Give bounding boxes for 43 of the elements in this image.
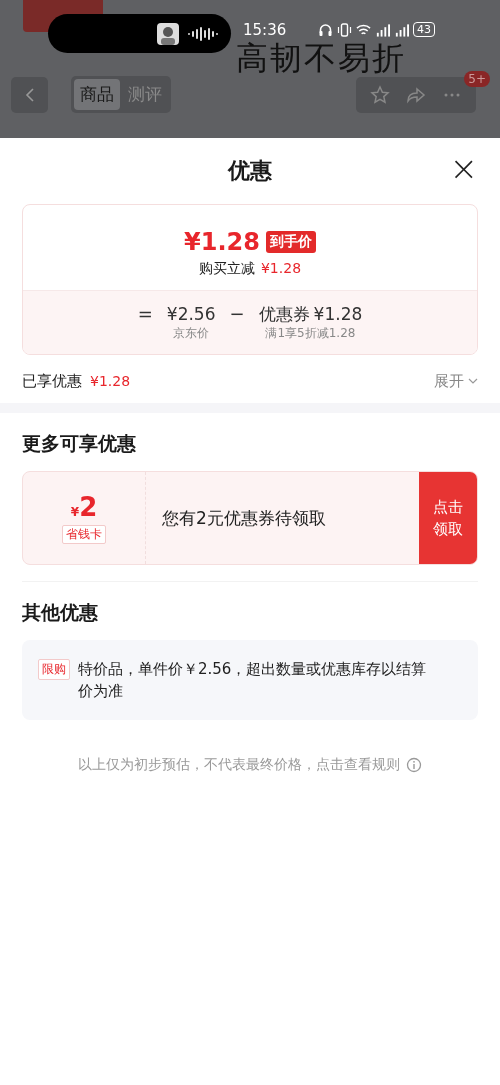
final-price: ¥1.28 [184, 228, 260, 256]
equals-sign: = [137, 303, 153, 325]
tab[interactable]: 测评 [122, 79, 168, 110]
expand-button[interactable]: 展开 [434, 371, 478, 391]
offer-text: 特价品，单件价￥2.56，超出数量或优惠库存以结算价为准 [78, 659, 428, 702]
coupon-rule: 满1享5折减1.28 [265, 325, 356, 342]
enjoyed-label: 已享优惠 [22, 371, 82, 391]
signal-icon [375, 22, 390, 37]
base-price: ¥2.56 [166, 303, 216, 325]
chevron-down-icon [468, 378, 478, 384]
section-title: 其他优惠 [21, 600, 99, 625]
sound-wave-icon [187, 26, 219, 41]
vibrate-icon [337, 22, 352, 37]
reduction-label: 购买立减 [198, 260, 255, 278]
sheet-title: 优惠 [228, 157, 272, 185]
claim-button[interactable]: 点击领取 [419, 472, 477, 564]
coupon-value: ¥1.28 [313, 303, 363, 325]
headphones-icon [318, 22, 333, 37]
close-button[interactable]: × [447, 150, 480, 186]
base-price-label: 京东价 [173, 325, 210, 342]
back-icon [24, 86, 35, 103]
minus-sign: − [229, 303, 245, 325]
offer-tag: 限购 [38, 659, 70, 680]
price-tag: 到手价 [265, 231, 316, 253]
reduction-value: ¥1.28 [260, 260, 302, 278]
notification-badge: 5+ [464, 71, 490, 87]
coupon-text: 您有2元优惠券待领取 [162, 506, 326, 530]
enjoyed-value: ¥1.28 [90, 373, 131, 389]
wifi-icon [356, 22, 371, 37]
coupon-tag: 省钱卡 [62, 525, 106, 544]
banner-text: 高韧不易折 [236, 42, 406, 74]
section-title: 更多可享优惠 [21, 431, 137, 456]
star-icon[interactable] [370, 84, 390, 105]
signal-icon [394, 22, 409, 37]
info-icon[interactable] [406, 757, 422, 773]
back-button[interactable] [11, 76, 48, 113]
battery-level: 43 [413, 22, 435, 37]
tab[interactable]: 商品 [74, 79, 120, 110]
coupon-amount: 2 [79, 492, 98, 522]
footnote-link[interactable]: 以上仅为初步预估，不代表最终价格，点击查看规则 [78, 756, 400, 774]
coupon-label: 优惠券 [258, 303, 310, 325]
currency-symbol: ¥ [70, 505, 80, 519]
status-time: 15:36 [243, 21, 287, 39]
